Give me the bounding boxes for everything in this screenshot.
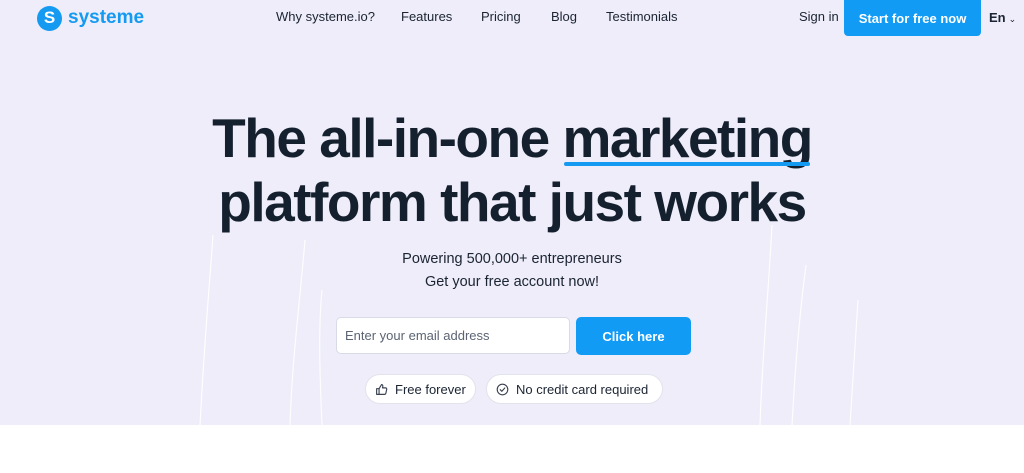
brand-logo[interactable]: S systeme	[37, 4, 144, 32]
headline-text: The all-in-one	[212, 107, 563, 169]
sign-in-link[interactable]: Sign in	[799, 9, 839, 24]
badge-free-forever: Free forever	[365, 374, 476, 404]
thumbs-up-icon	[375, 383, 388, 396]
badge-no-credit-card: No credit card required	[486, 374, 663, 404]
hero-headline-line1: The all-in-one marketing	[0, 108, 1024, 168]
nav-why-systeme[interactable]: Why systeme.io?	[276, 9, 375, 24]
language-selector[interactable]: En ⌄	[989, 10, 1016, 25]
badge-label: Free forever	[395, 381, 466, 397]
chevron-down-icon: ⌄	[1008, 14, 1017, 24]
headline-highlight: marketing	[562, 107, 813, 169]
hero-subtitle: Powering 500,000+ entrepreneurs	[402, 251, 622, 267]
nav-testimonials[interactable]: Testimonials	[606, 9, 678, 24]
language-label: En	[989, 10, 1006, 25]
hero-subtitle-cta: Get your free account now!	[424, 274, 600, 290]
click-here-button[interactable]: Click here	[576, 317, 691, 355]
nav-pricing[interactable]: Pricing	[481, 9, 521, 24]
badge-label: No credit card required	[516, 381, 649, 397]
start-for-free-button[interactable]: Start for free now	[844, 0, 981, 36]
logo-mark-icon: S	[37, 5, 62, 31]
check-circle-icon	[496, 383, 509, 396]
brand-name: systeme	[68, 7, 145, 28]
hero-headline-line2: platform that just works	[218, 171, 807, 233]
nav-blog[interactable]: Blog	[551, 9, 577, 24]
email-input[interactable]	[336, 317, 570, 354]
nav-features[interactable]: Features	[401, 9, 452, 24]
